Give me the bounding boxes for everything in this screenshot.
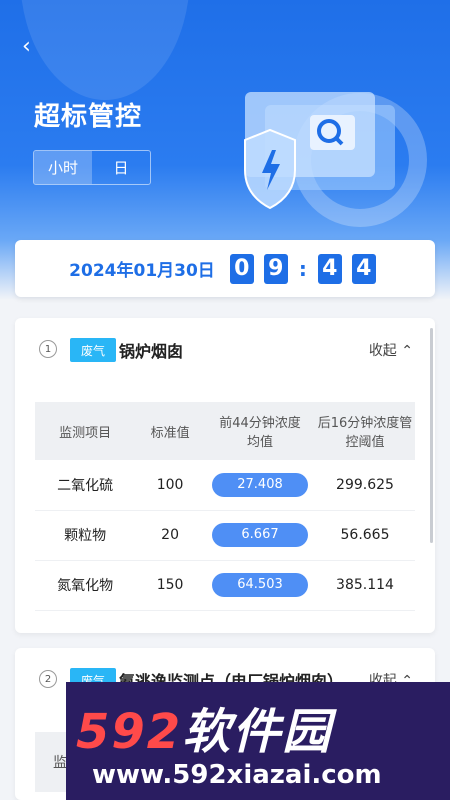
cell-item: 氮氧化物 <box>35 560 136 611</box>
card-header: 1 废气 锅炉烟囱 收起 ⌃ <box>15 318 435 380</box>
col-standard: 标准值 <box>135 402 205 460</box>
date-label: 2024年01月30日 <box>69 261 215 281</box>
avg-pill: 64.503 <box>212 573 308 597</box>
table-header-row: 监测项目 标准值 前44分钟浓度均值 后16分钟浓度管控阈值 <box>35 402 415 460</box>
chevron-left-icon[interactable]: ‹ <box>22 36 38 58</box>
collapse-label: 收起 <box>368 343 397 359</box>
cell-threshold: 385.114 <box>315 560 415 611</box>
cell-threshold: 56.665 <box>315 510 415 561</box>
col-item-peek: 监 <box>53 755 67 771</box>
avg-pill: 27.408 <box>212 472 308 497</box>
watermark-brand: 592软件园 <box>76 704 333 760</box>
site-name: 锅炉烟囱 <box>119 342 184 361</box>
table-row: 氮氧化物 150 64.503 385.114 <box>35 560 415 611</box>
collapse-button[interactable]: 收起 ⌃ <box>369 340 413 360</box>
watermark-url: www.592xiazai.com <box>92 760 382 790</box>
site-card-1: 1 废气 锅炉烟囱 收起 ⌃ 监测项目 标准值 前44分钟浓度均值 后16分钟浓… <box>15 318 435 633</box>
chevron-up-icon: ⌃ <box>396 343 413 359</box>
page-title: 超标管控 <box>34 102 143 132</box>
cell-standard: 100 <box>135 460 205 511</box>
cell-avg: 6.667 <box>205 510 315 561</box>
col-threshold: 后16分钟浓度管控阈值 <box>315 402 415 460</box>
tab-day[interactable]: 日 <box>92 151 150 184</box>
decorative-circle <box>20 0 190 100</box>
cell-avg: 64.503 <box>205 560 315 611</box>
shield-monitor-illustration <box>244 92 427 227</box>
col-avg: 前44分钟浓度均值 <box>205 402 315 460</box>
tab-hour[interactable]: 小时 <box>34 151 92 184</box>
cell-item: 颗粒物 <box>35 510 136 561</box>
cell-standard: 150 <box>135 560 205 611</box>
card-index: 2 <box>39 670 57 688</box>
time-separator: : <box>298 256 307 281</box>
hour-digit-1: 0 <box>229 253 254 284</box>
period-toggle: 小时 日 <box>33 150 151 185</box>
cell-avg: 27.408 <box>205 460 315 511</box>
minute-digit-1: 4 <box>317 253 342 284</box>
card-index: 1 <box>39 340 57 358</box>
cell-item: 二氧化硫 <box>35 460 136 511</box>
hour-digit-2: 9 <box>263 253 288 284</box>
avg-pill: 6.667 <box>212 523 308 547</box>
watermark-overlay: 592软件园 www.592xiazai.com <box>66 682 450 800</box>
minute-digit-2: 4 <box>351 253 376 284</box>
table-row: 二氧化硫 100 27.408 299.625 <box>35 460 415 511</box>
cell-threshold: 299.625 <box>315 460 415 511</box>
table-row: 颗粒物 20 6.667 56.665 <box>35 510 415 561</box>
cell-standard: 20 <box>135 510 205 561</box>
monitor-table: 监测项目 标准值 前44分钟浓度均值 后16分钟浓度管控阈值 二氧化硫 100 … <box>35 402 415 611</box>
time-display: 2024年01月30日 0 9 : 4 4 <box>15 240 435 297</box>
type-badge: 废气 <box>70 338 116 362</box>
col-item: 监测项目 <box>35 402 136 460</box>
